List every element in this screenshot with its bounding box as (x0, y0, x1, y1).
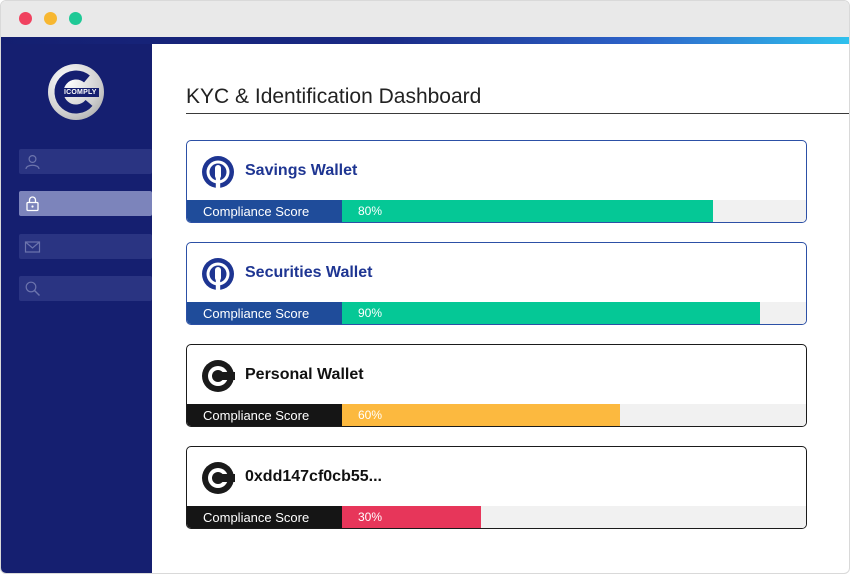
wallet-card[interactable]: 0xdd147cf0cb55... Compliance Score 30% (186, 446, 807, 529)
lock-icon (26, 196, 39, 212)
compliance-score-label: Compliance Score (187, 506, 342, 528)
wallet-name: 0xdd147cf0cb55... (245, 468, 382, 485)
wallet-card[interactable]: Securities Wallet Compliance Score 90% (186, 242, 807, 325)
compliance-score-track: 90% (342, 302, 806, 324)
main-content: KYC & Identification Dashboard Savings W… (152, 44, 849, 573)
compliance-score-track: 80% (342, 200, 806, 222)
mail-icon (24, 241, 41, 253)
wallet-logo-icon (201, 359, 235, 393)
compliance-score-track: 30% (342, 506, 806, 528)
compliance-score-label: Compliance Score (187, 404, 342, 426)
sidebar-item-security[interactable] (19, 191, 152, 216)
compliance-score-row: Compliance Score 60% (187, 404, 806, 426)
compliance-score-value: 80% (358, 204, 383, 218)
sidebar: ICOMPLY (1, 44, 152, 573)
minimize-window-button[interactable] (44, 12, 57, 25)
sidebar-item-search[interactable] (19, 276, 152, 301)
compliance-score-value: 60% (358, 408, 383, 422)
page-title: KYC & Identification Dashboard (186, 85, 482, 108)
wallet-logo-icon (201, 155, 235, 189)
maximize-window-button[interactable] (69, 12, 82, 25)
compliance-score-value: 90% (358, 306, 383, 320)
wallet-logo-icon (201, 257, 235, 291)
title-divider (186, 113, 849, 114)
compliance-score-value: 30% (358, 510, 383, 524)
gradient-top-bar (1, 37, 849, 44)
logo-text: ICOMPLY (62, 88, 99, 97)
wallet-name: Personal Wallet (245, 366, 364, 383)
app-logo: ICOMPLY (48, 64, 104, 120)
sidebar-item-messages[interactable] (19, 234, 152, 259)
close-window-button[interactable] (19, 12, 32, 25)
wallet-name: Securities Wallet (245, 264, 373, 281)
compliance-score-bar: 90% (342, 302, 760, 324)
compliance-score-bar: 60% (342, 404, 621, 426)
compliance-score-bar: 80% (342, 200, 714, 222)
wallet-card[interactable]: Savings Wallet Compliance Score 80% (186, 140, 807, 223)
app-window: ICOMPLY KYC & Identification Dashboard S… (0, 0, 850, 574)
compliance-score-label: Compliance Score (187, 200, 342, 222)
sidebar-item-profile[interactable] (19, 149, 152, 174)
compliance-score-bar: 30% (342, 506, 482, 528)
compliance-score-track: 60% (342, 404, 806, 426)
wallet-name: Savings Wallet (245, 162, 358, 179)
wallet-logo-icon (201, 461, 235, 495)
compliance-score-row: Compliance Score 30% (187, 506, 806, 528)
title-bar (1, 1, 849, 37)
user-icon (25, 154, 40, 170)
compliance-score-row: Compliance Score 80% (187, 200, 806, 222)
search-icon (25, 281, 40, 296)
compliance-score-label: Compliance Score (187, 302, 342, 324)
compliance-score-row: Compliance Score 90% (187, 302, 806, 324)
wallet-card[interactable]: Personal Wallet Compliance Score 60% (186, 344, 807, 427)
